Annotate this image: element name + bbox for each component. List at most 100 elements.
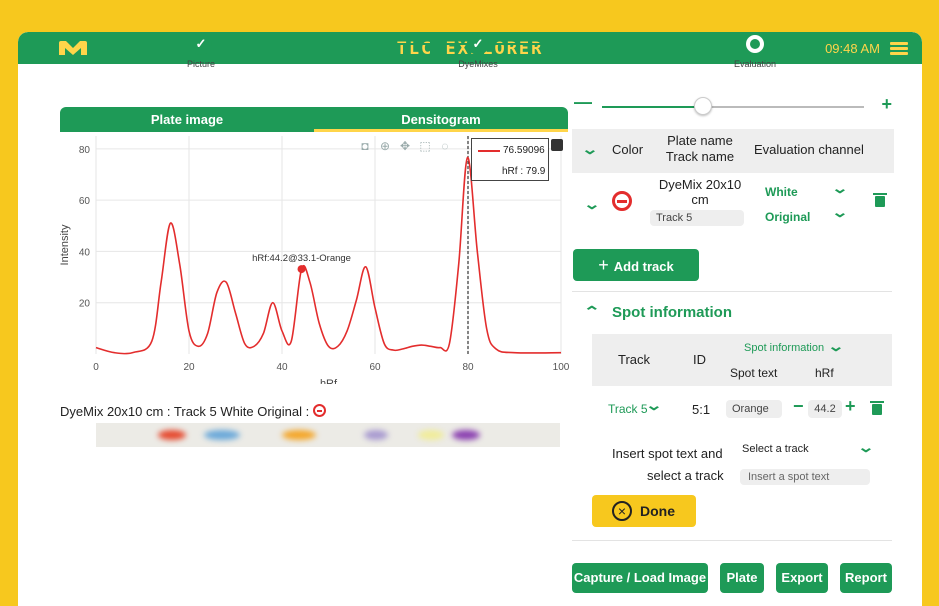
hover-tooltip: 76.59096 hRf : 79.9: [471, 138, 549, 181]
select-track-chevron-down-icon[interactable]: ⌄: [857, 439, 875, 456]
track-caption: DyeMix 20x10 cm : Track 5 White Original…: [60, 404, 327, 419]
y-tick-label: 20: [79, 299, 91, 310]
y-axis-label: Intensity: [59, 224, 71, 265]
step-label-evaluation: Evaluation: [733, 59, 777, 69]
chevron-down-icon[interactable]: ⌄: [581, 141, 599, 158]
track-caption-text: DyeMix 20x10 cm : Track 5 White Original…: [60, 404, 310, 419]
chart-legend-toggle-icon[interactable]: [551, 139, 563, 151]
done-button[interactable]: × Done: [592, 495, 696, 527]
minus-icon[interactable]: —: [574, 92, 592, 113]
plate-button[interactable]: Plate: [720, 563, 764, 593]
x-tick-label: 80: [462, 362, 474, 373]
track-color-no-entry-icon[interactable]: [612, 191, 632, 211]
x-tick-label: 0: [93, 362, 99, 373]
col-id: ID: [693, 352, 706, 367]
table-row: Track 5 ⌄ 5:1 Orange − 44.2 +: [592, 394, 892, 424]
footer-divider: [572, 540, 892, 541]
spot-blob: [158, 430, 186, 440]
plus-icon: +: [598, 255, 614, 275]
camera-icon[interactable]: ◘: [359, 140, 371, 152]
x-tick-label: 40: [276, 362, 288, 373]
spot-marker-label: hRf:44.2@33.1-Orange: [252, 253, 351, 264]
col-evaluation-channel: Evaluation channel: [754, 142, 864, 157]
plus-icon[interactable]: +: [881, 94, 892, 115]
zoom-slider[interactable]: — +: [572, 92, 894, 118]
x-tick-label: 100: [553, 362, 570, 373]
hrf-field[interactable]: 44.2: [808, 400, 842, 418]
spot-text-field[interactable]: Orange: [726, 400, 782, 418]
insert-hint-line1: Insert spot text and: [612, 446, 723, 461]
box-select-icon[interactable]: ⬚: [419, 140, 431, 152]
y-tick-label: 60: [79, 196, 91, 207]
track-table-header: ⌄ Color Plate name Track name Evaluation…: [572, 129, 894, 173]
step-label-dyemixes: DyeMixes: [458, 59, 498, 69]
col-plate-name: Plate name: [667, 133, 733, 148]
tooltip-value: 76.59096: [503, 145, 545, 156]
spot-table-header: Track ID Spot information ⌄ Spot text hR…: [592, 334, 892, 386]
spot-row-id: 5:1: [692, 402, 711, 417]
col-track: Track: [618, 352, 651, 367]
spot-blob: [418, 430, 444, 440]
pan-icon[interactable]: ✥: [399, 140, 411, 152]
spot-blob: [282, 430, 316, 440]
delete-spot-trash-icon[interactable]: [870, 401, 884, 415]
spot-info-chevron-down-icon[interactable]: ⌄: [827, 338, 845, 355]
hrf-plus-icon[interactable]: +: [845, 396, 856, 417]
capture-load-image-button[interactable]: Capture / Load Image: [572, 563, 708, 593]
x-axis-label: hRf: [320, 378, 338, 384]
y-tick-label: 40: [79, 247, 91, 258]
spot-track-chevron-down-icon[interactable]: ⌄: [645, 397, 663, 414]
step-evaluation-active-icon[interactable]: [744, 33, 766, 55]
lasso-icon[interactable]: ◌: [439, 140, 451, 152]
step-picture-check-icon[interactable]: ✓: [190, 33, 212, 55]
add-track-button[interactable]: + Add track: [573, 249, 699, 281]
spot-blob: [452, 430, 480, 440]
track-name-field[interactable]: Track 5: [650, 210, 744, 226]
export-button[interactable]: Export: [776, 563, 828, 593]
table-row: ⌄ DyeMix 20x10 cm Track 5 White ⌄ Origin…: [572, 174, 894, 248]
view-tabs: Plate image Densitogram: [60, 107, 568, 132]
channel-chevron-down-icon[interactable]: ⌄: [831, 180, 849, 197]
tab-plate-image[interactable]: Plate image: [60, 107, 314, 132]
spot-marker-point: [297, 265, 306, 274]
col-color: Color: [612, 142, 644, 157]
add-track-label: Add track: [613, 259, 674, 274]
hrf-minus-icon[interactable]: −: [793, 396, 804, 417]
tooltip-hrf: hRf : 79.9: [502, 166, 546, 177]
row-chevron-down-icon[interactable]: ⌄: [583, 196, 601, 213]
close-circle-icon: ×: [612, 501, 632, 521]
report-button[interactable]: Report: [840, 563, 892, 593]
tab-densitogram[interactable]: Densitogram: [314, 107, 568, 132]
spot-row-track-select[interactable]: Track 5: [608, 402, 648, 416]
step-dyemixes-check-icon[interactable]: ✓: [467, 33, 489, 55]
plate-name-value: DyeMix 20x10 cm: [658, 177, 742, 207]
delete-track-trash-icon[interactable]: [873, 193, 887, 207]
spot-text-input[interactable]: Insert a spot text: [740, 469, 870, 485]
densitogram-chart: 0 20 40 60 80 100 20 40 60 80 hRf Intensity hRf:44.2…: [56, 134, 570, 402]
spot-blob: [204, 430, 240, 440]
mode-chevron-down-icon[interactable]: ⌄: [831, 204, 849, 221]
zoom-icon[interactable]: ⊕: [379, 140, 391, 152]
col-spot-information[interactable]: Spot information: [744, 342, 824, 354]
channel-select[interactable]: White: [765, 185, 798, 199]
track-strip-image: [96, 423, 560, 447]
slider-fill: [602, 106, 702, 108]
x-tick-label: 60: [369, 362, 381, 373]
x-tick-label: 20: [183, 362, 195, 373]
spot-section-title[interactable]: Spot information: [612, 304, 732, 321]
tooltip-line-swatch: [478, 150, 500, 152]
mode-select[interactable]: Original: [765, 210, 810, 224]
slider-knob[interactable]: [694, 97, 712, 115]
insert-hint-line2: select a track: [647, 468, 724, 483]
y-tick-label: 80: [79, 145, 91, 156]
select-track-dropdown[interactable]: Select a track: [742, 443, 809, 455]
progress-stepper: ✓ Picture ✓ DyeMixes Evaluation: [0, 32, 904, 72]
col-track-name: Track name: [665, 149, 735, 164]
chevron-up-icon[interactable]: ⌄: [583, 302, 601, 319]
done-label: Done: [640, 503, 675, 519]
divider: [572, 291, 892, 292]
plot-toolbar: ◘ ⊕ ✥ ⬚ ◌: [359, 140, 451, 154]
spot-blob: [364, 430, 388, 440]
col-hrf: hRf: [815, 366, 834, 380]
col-spot-text: Spot text: [730, 366, 778, 380]
